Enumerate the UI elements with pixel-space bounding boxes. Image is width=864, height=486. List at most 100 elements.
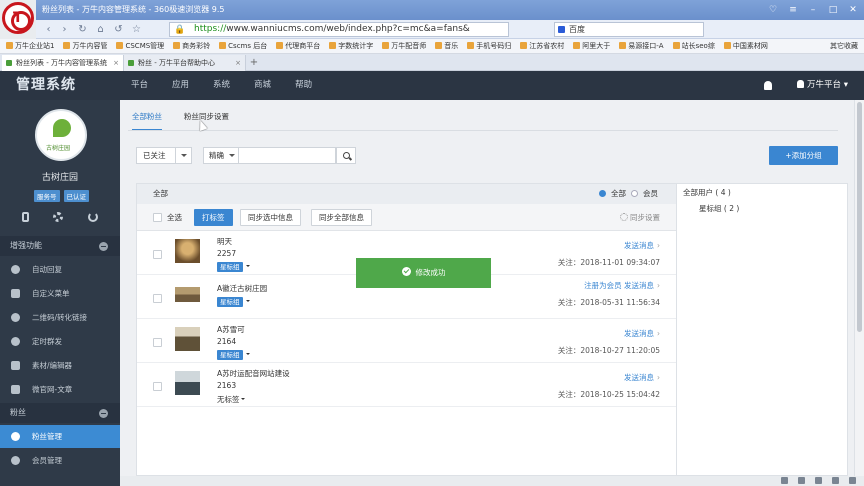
radio-member[interactable]	[631, 190, 638, 197]
qrcode-icon	[11, 313, 20, 322]
bookmark-other[interactable]: 其它收藏	[830, 39, 858, 53]
nav-mall[interactable]: 商城	[254, 71, 271, 100]
bookmarks-bar: 万牛企业站1 万牛内容管 CSCMS管理 商务彩铃 Cscms 后台 代理商平台…	[0, 39, 864, 54]
refresh-icon[interactable]	[87, 212, 98, 222]
tab-fans-sync[interactable]: 粉丝同步设置	[184, 111, 229, 122]
row-checkbox[interactable]	[153, 338, 162, 347]
chevron-down-icon[interactable]	[241, 398, 245, 402]
tool-icon[interactable]	[832, 477, 839, 484]
bookmark[interactable]: 站长seo综	[673, 39, 715, 53]
sidebar-section-fans[interactable]: 粉丝	[0, 403, 120, 423]
nav-system[interactable]: 系统	[213, 71, 230, 100]
user-menu[interactable]: 万牛平台 ▾	[797, 71, 848, 100]
tool-icon[interactable]	[798, 477, 805, 484]
fan-nickname: 明天	[217, 237, 232, 246]
select-all-checkbox[interactable]	[153, 213, 162, 222]
nav-help[interactable]: 帮助	[295, 71, 312, 100]
sync-all-button[interactable]: 同步全部信息	[311, 209, 372, 226]
page-scrollbar[interactable]	[854, 100, 864, 476]
bookmark[interactable]: 商务彩铃	[173, 39, 210, 53]
collapse-icon[interactable]	[99, 242, 108, 251]
radio-all-label: 全部	[611, 189, 626, 198]
bookmark[interactable]: 万牛企业站1	[6, 39, 54, 53]
search-button[interactable]	[336, 147, 356, 164]
match-mode-value: 精确	[209, 151, 224, 160]
back-icon[interactable]: ‹	[42, 23, 55, 36]
sidebar-item-fans[interactable]: 粉丝管理	[0, 425, 120, 448]
tab-close-icon[interactable]: ×	[113, 55, 119, 71]
row-checkbox[interactable]	[153, 250, 162, 259]
bookmark[interactable]: 易源接口-A	[619, 39, 663, 53]
sync-settings-link[interactable]: 同步设置	[620, 204, 660, 231]
browser-tab[interactable]: 粉丝列表 - 万牛内容管理系统 ×	[2, 55, 124, 71]
menu-icon[interactable]: ≡	[786, 0, 800, 20]
sidebar-section-enhanced[interactable]: 增强功能	[0, 236, 120, 256]
sidebar-item-auto-reply[interactable]: 自动回复	[0, 258, 120, 281]
add-group-button[interactable]: +添加分组	[769, 146, 838, 165]
minimize-icon[interactable]: –	[806, 0, 820, 20]
register-send-link[interactable]: 注册为会员 发送消息 ›	[584, 280, 660, 291]
star-icon[interactable]: ☆	[130, 23, 143, 36]
follow-filter-select[interactable]: 已关注	[136, 147, 192, 164]
forward-icon[interactable]: ›	[58, 23, 71, 36]
tab-close-icon[interactable]: ×	[235, 55, 241, 71]
gear-icon[interactable]	[53, 212, 64, 222]
bookmark[interactable]: 中国素材网	[724, 39, 768, 53]
row-checkbox[interactable]	[153, 382, 162, 391]
send-message-link[interactable]: 发送消息 ›	[624, 372, 660, 383]
bookmark[interactable]: 手机号码归	[467, 39, 511, 53]
match-mode-select[interactable]: 精确	[203, 147, 239, 164]
chevron-down-icon[interactable]	[246, 353, 250, 357]
new-tab-button[interactable]: +	[246, 54, 262, 70]
bookmark[interactable]: 万牛内容管	[63, 39, 107, 53]
tag-button[interactable]: 打标签	[194, 209, 233, 226]
bookmark[interactable]: CSCMS管理	[116, 39, 164, 53]
radio-all[interactable]	[599, 190, 606, 197]
url-input[interactable]: 🔒 https://www.wanniucms.com/web/index.ph…	[169, 22, 509, 37]
sidebar-item-qrcode[interactable]: 二维码/转化链接	[0, 306, 120, 329]
sidebar-item-scheduled[interactable]: 定时群发	[0, 330, 120, 353]
tool-icon[interactable]	[849, 477, 856, 484]
collapse-icon[interactable]	[99, 409, 108, 418]
group-starred[interactable]: 星标组 ( 2 )	[699, 203, 739, 214]
nav-apps[interactable]: 应用	[172, 71, 189, 100]
tool-icon[interactable]	[815, 477, 822, 484]
scrollbar-thumb[interactable]	[857, 102, 862, 332]
maximize-icon[interactable]: □	[826, 0, 840, 20]
tool-icon[interactable]	[781, 477, 788, 484]
fan-id: 2163	[217, 381, 237, 390]
tab-all-fans[interactable]: 全部粉丝	[132, 111, 162, 131]
browser-search-input[interactable]: 百度	[554, 22, 704, 37]
skin-icon[interactable]: ♡	[766, 0, 780, 20]
sidebar-item-custom-menu[interactable]: 自定义菜单	[0, 282, 120, 305]
home-icon[interactable]: ⌂	[94, 23, 107, 36]
bookmark[interactable]: 阿里大于	[573, 39, 610, 53]
bookmark[interactable]: Cscms 后台	[219, 39, 267, 53]
send-message-link[interactable]: 发送消息 ›	[624, 328, 660, 339]
browser-tab-label: 粉丝 - 万牛平台帮助中心	[138, 59, 215, 67]
chevron-down-icon[interactable]	[246, 265, 250, 269]
refresh-icon[interactable]: ↻	[76, 23, 89, 36]
phone-icon[interactable]	[22, 212, 30, 222]
bell-icon[interactable]	[764, 81, 772, 90]
bookmark[interactable]: 代理商平台	[276, 39, 320, 53]
group-all-users[interactable]: 全部用户 ( 4 )	[683, 187, 731, 198]
undo-icon[interactable]: ↺	[112, 23, 125, 36]
row-checkbox[interactable]	[153, 294, 162, 303]
bookmark[interactable]: 音乐	[435, 39, 458, 53]
sync-selected-button[interactable]: 同步选中信息	[240, 209, 301, 226]
browser-tab[interactable]: 粉丝 - 万牛平台帮助中心 ×	[124, 55, 246, 71]
sidebar-item-label: 微官网-文章	[32, 385, 73, 394]
close-icon[interactable]: ✕	[846, 0, 860, 20]
nav-platform[interactable]: 平台	[131, 71, 148, 100]
sidebar-item-materials[interactable]: 素材/编辑器	[0, 354, 120, 377]
sidebar-item-microsite[interactable]: 微官网-文章	[0, 378, 120, 401]
bookmark[interactable]: 江苏省农村	[520, 39, 564, 53]
bookmark[interactable]: 万牛配音师	[382, 39, 426, 53]
chevron-down-icon[interactable]	[246, 300, 250, 304]
sidebar-item-members[interactable]: 会员管理	[0, 449, 120, 472]
fan-search-input[interactable]	[239, 147, 336, 164]
bookmark[interactable]: 字数统计字	[329, 39, 373, 53]
send-message-link[interactable]: 发送消息 ›	[624, 240, 660, 251]
sidebar-item-label: 自定义菜单	[32, 289, 70, 298]
